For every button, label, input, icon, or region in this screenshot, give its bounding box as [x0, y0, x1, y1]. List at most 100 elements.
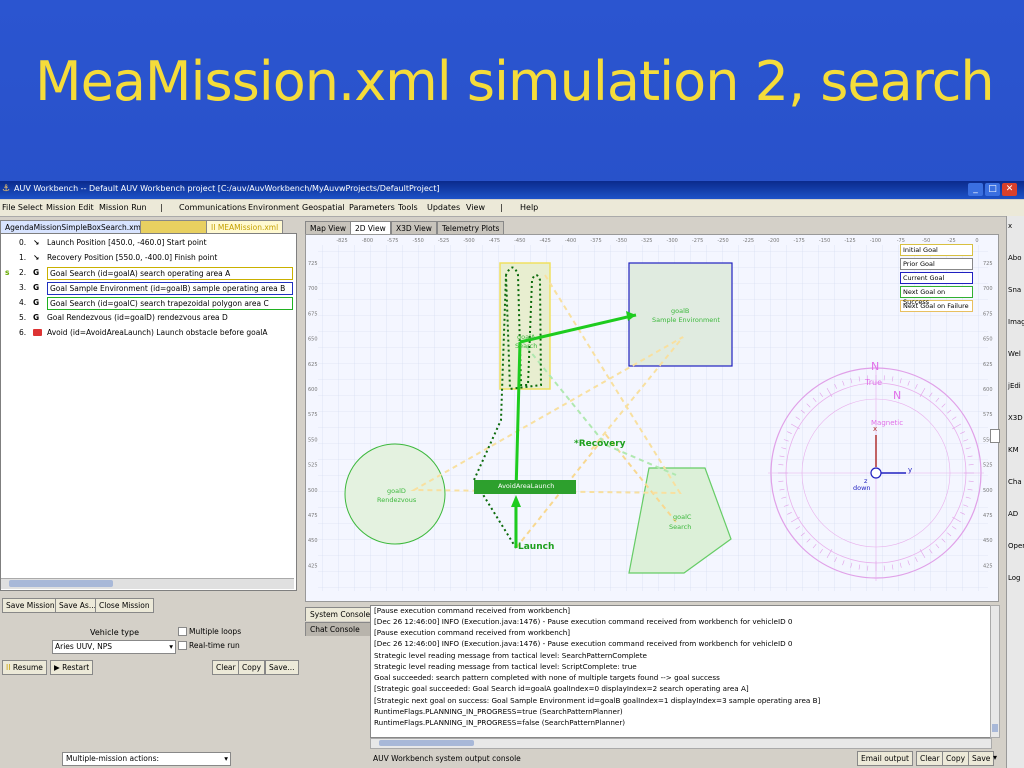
menu-mission-edit[interactable]: Mission Edit [46, 203, 94, 212]
vehicle-type-select[interactable]: Aries UUV, NPS ▾ [52, 640, 176, 654]
menu-separator-2: | [500, 203, 503, 212]
close-mission-button[interactable]: Close Mission [95, 598, 154, 613]
copy-button[interactable]: Copy [238, 660, 266, 675]
launcher-about[interactable]: Abo [1008, 254, 1022, 262]
horizontal-scrollbar[interactable] [1, 578, 294, 589]
side-tick-label: 525 [308, 463, 318, 469]
menu-geospatial[interactable]: Geospatial [302, 203, 345, 212]
vehicle-type-value: Aries UUV, NPS [55, 642, 112, 651]
launcher-chat[interactable]: Cha [1008, 478, 1022, 486]
axis-y-label: y [908, 466, 913, 474]
multiple-mission-actions-select[interactable]: Multiple-mission actions: ▾ [62, 752, 231, 766]
goal-label: Goal Rendezvous (id=goalD) rendezvous ar… [47, 313, 228, 322]
close-window-button[interactable]: ✕ [1002, 183, 1017, 196]
console-clear-button[interactable]: Clear [916, 751, 944, 766]
realtime-checkbox[interactable] [178, 641, 187, 650]
scrollbar-thumb[interactable] [992, 724, 998, 732]
tab-mea-mission[interactable]: II MEAMission.xml [206, 220, 284, 234]
close-panel-icon[interactable]: x [1008, 222, 1012, 230]
maximize-button[interactable]: □ [985, 183, 1000, 196]
side-tick-label: 700 [308, 286, 318, 292]
console-copy-button[interactable]: Copy [942, 751, 970, 766]
system-console-output[interactable]: [Pause execution command received from w… [370, 605, 992, 738]
resume-button[interactable]: II Resume [2, 660, 47, 675]
goal-row[interactable]: 5. G Goal Rendezvous (id=goalD) rendezvo… [1, 311, 296, 325]
tab-x3d-view[interactable]: X3D View [391, 221, 437, 235]
tab-telemetry-plots[interactable]: Telemetry Plots [437, 221, 505, 235]
top-tick-label: -500 [463, 238, 474, 244]
goal-row[interactable]: 6. Avoid (id=AvoidAreaLaunch) Launch obs… [1, 326, 296, 340]
top-tick-label: -125 [844, 238, 855, 244]
legend-prior-goal: Prior Goal [900, 258, 973, 270]
top-tick-label: -450 [514, 238, 525, 244]
multiple-loops-label: Multiple loops [189, 627, 242, 636]
launcher-x3d[interactable]: X3D [1008, 414, 1023, 422]
goal-label: Recovery Position [550.0, -400.0] Finish… [47, 253, 218, 262]
save-mission-button[interactable]: Save Mission [2, 598, 59, 613]
menu-environment[interactable]: Environment [248, 203, 299, 212]
right-launcher-strip: x Abo Sna Imag Wel jEdi X3D KM Cha AD Op… [1006, 216, 1024, 768]
launcher-image[interactable]: Imag [1008, 318, 1024, 326]
scrollbar-thumb[interactable] [9, 580, 113, 587]
tab-system-console[interactable]: System Console [305, 607, 376, 621]
tab-agenda-mission[interactable]: AgendaMissionSimpleBoxSearch.xml [0, 220, 148, 234]
goal-b-sublabel: Sample Environment [652, 316, 720, 324]
goal-number: 1. [19, 253, 27, 262]
goal-icon: G [33, 283, 40, 292]
goal-icon: G [33, 298, 40, 307]
map-scroll-handle[interactable] [990, 429, 1000, 443]
goal-list-panel: 0. ↘ Launch Position [450.0, -460.0] Sta… [0, 233, 297, 591]
goal-row[interactable]: s 2. G Goal Search (id=goalA) search ope… [1, 266, 296, 280]
workbench-window: ⚓ AUV Workbench -- Default AUV Workbench… [0, 181, 1024, 768]
top-tick-label: -250 [717, 238, 728, 244]
launcher-open[interactable]: Oper [1008, 542, 1024, 550]
menu-updates[interactable]: Updates [427, 203, 460, 212]
legend-next-success: Next Goal on Success [900, 286, 973, 306]
save-as-button[interactable]: Save As... [55, 598, 100, 613]
console-vertical-scrollbar[interactable] [990, 605, 1000, 738]
clear-button[interactable]: Clear [212, 660, 240, 675]
email-output-button[interactable]: Email output [857, 751, 913, 766]
tab-map-view[interactable]: Map View [305, 221, 352, 235]
menu-bar: File Select Mission Edit Mission Run | C… [0, 200, 1024, 217]
goal-row[interactable]: 1. ↘ Recovery Position [550.0, -400.0] F… [1, 251, 296, 265]
tab-hidden-mission[interactable] [140, 220, 210, 234]
2d-map-view[interactable]: -825 -800 -575 -550 -525 -500 -475 -450 -425 -400… [305, 234, 999, 602]
minimize-button[interactable]: _ [968, 183, 983, 196]
pause-icon: II [6, 663, 11, 672]
menu-parameters[interactable]: Parameters [349, 203, 395, 212]
avoid-area-label: AvoidAreaLaunch [498, 482, 555, 490]
menu-communications[interactable]: Communications [179, 203, 246, 212]
side-tick-label: 600 [308, 387, 318, 393]
menu-file-select[interactable]: File Select [2, 203, 43, 212]
menu-tools[interactable]: Tools [398, 203, 418, 212]
multiple-loops-checkbox[interactable] [178, 627, 187, 636]
console-save-button[interactable]: Save [968, 751, 995, 766]
top-tick-label: -575 [387, 238, 398, 244]
launcher-ad[interactable]: AD [1008, 510, 1018, 518]
menu-help[interactable]: Help [520, 203, 538, 212]
chevron-down-icon[interactable]: ▾ [993, 753, 997, 762]
tab-chat-console[interactable]: Chat Console [305, 622, 371, 636]
launcher-kml[interactable]: KM [1008, 446, 1019, 454]
goal-row[interactable]: 0. ↘ Launch Position [450.0, -460.0] Sta… [1, 236, 296, 250]
chevron-down-icon: ▾ [224, 754, 228, 763]
scrollbar-thumb[interactable] [379, 740, 474, 746]
goal-row[interactable]: 4. G Goal Search (id=goalC) search trape… [1, 296, 296, 310]
compass-north-magnetic: N [893, 389, 902, 402]
launcher-snapshot[interactable]: Sna [1008, 286, 1021, 294]
console-horizontal-scrollbar[interactable] [370, 738, 992, 749]
goal-row[interactable]: 3. G Goal Sample Environment (id=goalB) … [1, 281, 296, 295]
launcher-web[interactable]: Wel [1008, 350, 1021, 358]
menu-view[interactable]: View [466, 203, 485, 212]
restart-button[interactable]: ▶ Restart [50, 660, 94, 675]
launch-position-icon: ↘ [33, 238, 40, 247]
launcher-jedit[interactable]: jEdi [1008, 382, 1021, 390]
top-tick-label: -100 [870, 238, 881, 244]
top-tick-label: -475 [489, 238, 500, 244]
menu-mission-run[interactable]: Mission Run [99, 203, 147, 212]
tab-2d-view[interactable]: 2D View [350, 221, 391, 235]
launcher-log[interactable]: Log [1008, 574, 1021, 582]
close-icon: ✕ [1005, 184, 1014, 194]
save-output-button[interactable]: Save... [265, 660, 299, 675]
